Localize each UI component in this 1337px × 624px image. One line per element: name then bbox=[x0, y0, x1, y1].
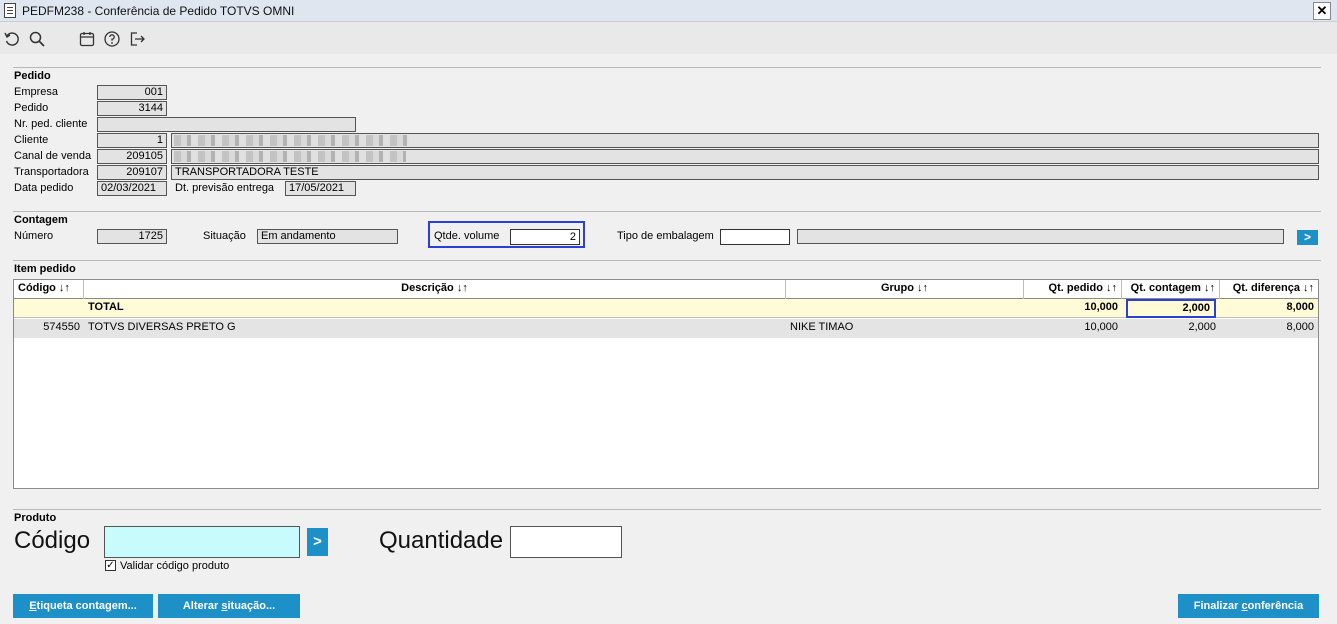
table-total-row[interactable]: TOTAL 10,000 2,000 8,000 bbox=[14, 299, 1318, 318]
canal-venda-label: Canal de venda bbox=[14, 150, 92, 162]
numero-field: 1725 bbox=[97, 229, 167, 244]
cliente-label: Cliente bbox=[14, 134, 49, 146]
calendar-icon[interactable] bbox=[78, 30, 96, 48]
tipo-embalagem-go-button[interactable]: > bbox=[1297, 230, 1318, 245]
window-title: PEDFM238 - Conferência de Pedido TOTVS O… bbox=[22, 4, 295, 18]
tipo-embalagem-input[interactable] bbox=[720, 229, 790, 245]
window-titlebar: PEDFM238 - Conferência de Pedido TOTVS O… bbox=[0, 0, 1337, 22]
undo-icon[interactable] bbox=[3, 30, 21, 48]
item-pedido-section-title: Item pedido bbox=[14, 263, 76, 275]
quantidade-input[interactable] bbox=[510, 526, 622, 558]
transportadora-label: Transportadora bbox=[14, 166, 89, 178]
col-qt-diferenca-header[interactable]: Qt. diferença ↓↑ bbox=[1220, 280, 1318, 299]
finalizar-conferencia-button[interactable]: Finalizar conferência bbox=[1178, 594, 1319, 618]
situacao-label: Situação bbox=[203, 230, 246, 242]
tipo-embalagem-label: Tipo de embalagem bbox=[617, 230, 714, 242]
toolbar bbox=[0, 22, 1337, 54]
codigo-produto-go-button[interactable]: > bbox=[307, 528, 328, 556]
codigo-produto-label: Código bbox=[14, 527, 91, 554]
nr-ped-cliente-field bbox=[97, 117, 356, 132]
alterar-situacao-button[interactable]: Alterar situação... bbox=[158, 594, 300, 618]
quantidade-label: Quantidade bbox=[379, 527, 504, 554]
table-row[interactable]: 574550 TOTVS DIVERSAS PRETO G NIKE TIMAO… bbox=[14, 319, 1318, 338]
empresa-field: 001 bbox=[97, 85, 167, 100]
row-grupo: NIKE TIMAO bbox=[790, 321, 854, 333]
finalizar-label-prefix: Finalizar bbox=[1193, 600, 1242, 612]
cliente-code-field: 1 bbox=[97, 133, 167, 148]
col-qt-pedido-header[interactable]: Qt. pedido ↓↑ bbox=[1024, 280, 1122, 299]
canal-venda-name-field bbox=[171, 149, 1319, 164]
search-icon[interactable] bbox=[28, 30, 46, 48]
transportadora-code-field: 209107 bbox=[97, 165, 167, 180]
pedido-section-title: Pedido bbox=[14, 70, 51, 82]
nr-ped-cliente-label: Nr. ped. cliente bbox=[14, 118, 88, 130]
row-qt-contagem: 2,000 bbox=[1188, 321, 1216, 333]
qtde-volume-label: Qtde. volume bbox=[434, 230, 500, 242]
dt-previsao-field: 17/05/2021 bbox=[285, 181, 356, 196]
total-label: TOTAL bbox=[88, 301, 124, 313]
row-codigo: 574550 bbox=[43, 321, 80, 333]
item-pedido-table: Código ↓↑ Descrição ↓↑ Grupo ↓↑ Qt. pedi… bbox=[13, 279, 1319, 489]
help-icon[interactable] bbox=[103, 30, 121, 48]
validar-codigo-label: Validar código produto bbox=[120, 560, 230, 572]
produto-divider bbox=[13, 509, 1321, 510]
table-header: Código ↓↑ Descrição ↓↑ Grupo ↓↑ Qt. pedi… bbox=[14, 280, 1318, 299]
redacted-channel-name bbox=[174, 151, 406, 162]
data-pedido-label: Data pedido bbox=[14, 182, 74, 194]
item-pedido-divider bbox=[13, 260, 1321, 261]
contagem-section-title: Contagem bbox=[14, 214, 68, 226]
empresa-label: Empresa bbox=[14, 86, 59, 98]
row-qt-pedido: 10,000 bbox=[1084, 321, 1118, 333]
etiqueta-contagem-button[interactable]: Etiqueta contagem... bbox=[13, 594, 153, 618]
validar-codigo-checkbox[interactable]: ✓ bbox=[105, 560, 116, 571]
total-qt-pedido: 10,000 bbox=[1084, 301, 1118, 313]
col-qt-contagem-header[interactable]: Qt. contagem ↓↑ bbox=[1122, 280, 1220, 299]
redacted-client-name bbox=[174, 135, 409, 146]
alterar-label-rest: ituação... bbox=[227, 600, 276, 612]
produto-section-title: Produto bbox=[14, 512, 57, 524]
exit-icon[interactable] bbox=[128, 30, 146, 48]
pedido-field: 3144 bbox=[97, 101, 167, 116]
data-pedido-field: 02/03/2021 bbox=[97, 181, 167, 196]
total-qt-contagem: 2,000 bbox=[1126, 299, 1216, 318]
tipo-embalagem-desc-field bbox=[797, 229, 1284, 244]
situacao-field: Em andamento bbox=[257, 229, 398, 244]
codigo-produto-input[interactable] bbox=[104, 526, 300, 558]
col-codigo-header[interactable]: Código ↓↑ bbox=[14, 280, 84, 299]
col-descricao-header[interactable]: Descrição ↓↑ bbox=[84, 280, 786, 299]
dt-previsao-label: Dt. previsão entrega bbox=[175, 182, 275, 194]
pedido-divider bbox=[13, 67, 1321, 68]
contagem-divider bbox=[13, 211, 1321, 212]
alterar-label-prefix: Alterar bbox=[182, 600, 222, 612]
row-descricao: TOTVS DIVERSAS PRETO G bbox=[88, 321, 236, 333]
col-grupo-header[interactable]: Grupo ↓↑ bbox=[786, 280, 1024, 299]
close-button[interactable]: ✕ bbox=[1313, 2, 1331, 20]
canal-venda-code-field: 209105 bbox=[97, 149, 167, 164]
total-qt-diferenca: 8,000 bbox=[1286, 301, 1314, 313]
numero-label: Número bbox=[14, 230, 54, 242]
form-content: Pedido Empresa 001 Pedido 3144 Nr. ped. … bbox=[0, 54, 1337, 624]
cliente-name-field bbox=[171, 133, 1319, 148]
qtde-volume-input[interactable]: 2 bbox=[510, 229, 580, 245]
pedido-label: Pedido bbox=[14, 102, 49, 114]
row-qt-diferenca: 8,000 bbox=[1286, 321, 1314, 333]
finalizar-label-rest: onferência bbox=[1247, 600, 1304, 612]
transportadora-name-field: TRANSPORTADORA TESTE bbox=[171, 165, 1319, 180]
etiqueta-label: tiqueta contagem... bbox=[36, 600, 137, 612]
etiqueta-shortcut: E bbox=[29, 600, 37, 612]
document-icon bbox=[4, 3, 16, 18]
